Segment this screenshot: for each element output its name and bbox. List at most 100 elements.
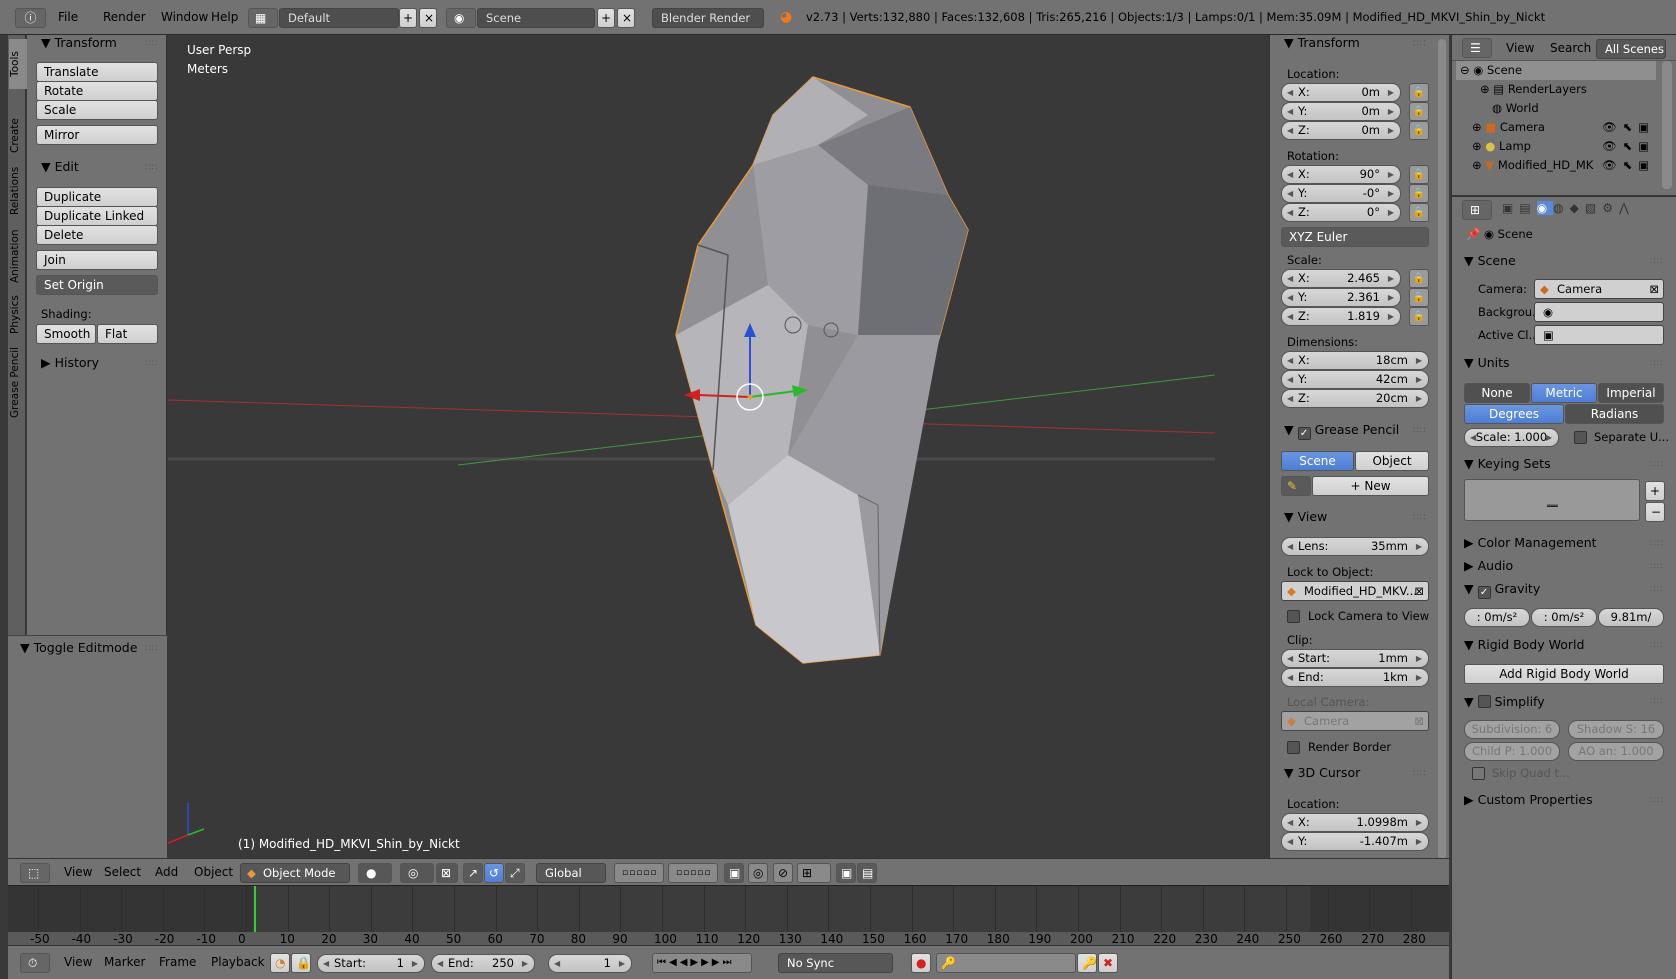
audio-header[interactable]: ▶ Audio	[1464, 558, 1513, 573]
preview-range-icon[interactable]: ◔	[270, 953, 290, 973]
remove-layout-icon[interactable]: ×	[419, 8, 437, 28]
scene-icon[interactable]: ◉	[446, 8, 476, 28]
remove-keying-set-icon[interactable]: −	[1645, 502, 1665, 522]
start-frame-field[interactable]: ◀ Start: 1 ▶	[317, 954, 425, 973]
3d-viewport[interactable]: User Persp Meters (1) Modified_HD_MKVI_S…	[168, 35, 1215, 858]
toggle-editmode-header[interactable]: ▼ Toggle Editmode	[20, 640, 137, 655]
gravity-checkbox[interactable]: ✓	[1477, 586, 1491, 599]
drag-handle-icon[interactable]: ∷∷	[1650, 697, 1663, 707]
lock-object-field[interactable]: Modified_HD_MKV... ◆ ⊠	[1281, 581, 1429, 601]
remove-scene-icon[interactable]: ×	[617, 8, 635, 28]
playback-menu[interactable]: Playback	[211, 955, 265, 969]
transform-panel-header[interactable]: ▼ Transform	[1284, 35, 1360, 50]
scene-panel-header[interactable]: ▼ Scene	[1464, 253, 1516, 268]
dimension-x-field[interactable]: ◀ X: 18cm ▶	[1281, 351, 1429, 370]
keying-sets-list[interactable]: ══	[1464, 479, 1640, 521]
render-preview-icon[interactable]: ▣	[836, 863, 856, 883]
outliner-item-world[interactable]: ◍ World	[1492, 101, 1539, 115]
outliner-display-mode[interactable]: All Scenes	[1596, 39, 1666, 59]
proportional-edit-icon[interactable]: ◎	[748, 863, 768, 883]
add-rigid-body-world-button[interactable]: Add Rigid Body World	[1464, 664, 1664, 684]
outliner-item-renderlayers[interactable]: ⊕ ▤ RenderLayers	[1480, 82, 1587, 96]
drag-handle-icon[interactable]: ∷∷	[1650, 359, 1663, 369]
drag-handle-icon[interactable]: ∷∷	[145, 39, 158, 49]
sync-mode-select[interactable]: No Sync	[778, 953, 893, 973]
lock-icon[interactable]: 🔒	[1409, 121, 1429, 140]
clip-start-field[interactable]: ◀ Start: 1mm ▶	[1281, 649, 1429, 668]
info-editor-icon[interactable]: ⓘ	[15, 8, 46, 28]
gravity-z-field[interactable]: 9.81m/	[1598, 608, 1664, 627]
rotation-x-field[interactable]: ◀ X: 90° ▶	[1281, 165, 1401, 184]
degrees-button[interactable]: Degrees	[1464, 404, 1564, 424]
frame-ruler[interactable]	[8, 932, 1449, 946]
manipulator-toggle-icon[interactable]: ⊠	[436, 863, 458, 883]
grease-pencil-checkbox[interactable]: ✓	[1297, 427, 1311, 440]
context-tabs[interactable]: ▣▤◉◍◆▧⚙⋀	[1502, 201, 1635, 215]
drag-handle-icon[interactable]: ∷∷	[145, 644, 158, 654]
delete-button[interactable]: Delete	[36, 225, 158, 245]
record-icon[interactable]: ●	[911, 953, 931, 973]
menu-window[interactable]: Window	[161, 10, 208, 24]
scene-camera-field[interactable]: Camera ◆ ⊠	[1534, 279, 1664, 299]
lock-icon[interactable]: 🔒	[1409, 83, 1429, 102]
tab-animation[interactable]: Animation	[9, 225, 27, 287]
drag-handle-icon[interactable]: ∷∷	[1413, 769, 1426, 779]
simplify-header[interactable]: ▼ Simplify	[1464, 693, 1545, 709]
end-frame-field[interactable]: ◀ End: 250 ▶	[431, 954, 535, 973]
drag-handle-icon[interactable]: ∷∷	[1650, 562, 1663, 572]
units-imperial-button[interactable]: Imperial	[1598, 383, 1664, 403]
visibility-icons[interactable]: 👁⬉▣	[1602, 120, 1655, 134]
delete-keyframe-icon[interactable]: ✖	[1098, 953, 1118, 973]
drag-handle-icon[interactable]: ∷∷	[1413, 426, 1426, 436]
timeline-view-menu[interactable]: View	[64, 955, 92, 969]
rotation-z-field[interactable]: ◀ Z: 0° ▶	[1281, 203, 1401, 222]
simplify-ao-sss-field[interactable]: AO an: 1.000	[1568, 742, 1664, 761]
drag-handle-icon[interactable]: ∷∷	[1413, 513, 1426, 523]
lock-layers-icon[interactable]: ▣	[724, 863, 744, 883]
3d-view-editor-icon[interactable]: ⬚	[20, 863, 50, 883]
tab-create[interactable]: Create	[9, 111, 27, 161]
snap-toggle-icon[interactable]: ⊘	[773, 863, 793, 883]
units-metric-button[interactable]: Metric	[1531, 383, 1597, 403]
unit-scale-field[interactable]: ◀ Scale: 1.000 ▶	[1464, 428, 1559, 447]
scale-z-field[interactable]: ◀ Z: 1.819 ▶	[1281, 307, 1401, 326]
current-frame-marker[interactable]	[254, 886, 256, 932]
rotate-manipulator-icon[interactable]: ↺	[484, 863, 504, 883]
view-menu[interactable]: View	[64, 865, 92, 879]
location-z-field[interactable]: ◀ Z: 0m ▶	[1281, 121, 1401, 140]
translate-button[interactable]: Translate	[36, 62, 158, 82]
keying-sets-header[interactable]: ▼ Keying Sets	[1464, 456, 1551, 471]
object-menu[interactable]: Object	[194, 865, 233, 879]
flat-button[interactable]: Flat	[97, 324, 158, 344]
simplify-checkbox[interactable]	[1477, 695, 1491, 708]
cursor-x-field[interactable]: ◀ X: 1.0998m ▶	[1281, 813, 1429, 832]
mirror-button[interactable]: Mirror	[36, 125, 158, 145]
simplify-subdivision-field[interactable]: Subdivision: 6	[1464, 720, 1560, 739]
color-management-header[interactable]: ▶ Color Management	[1464, 535, 1597, 550]
gravity-y-field[interactable]: : 0m/s²	[1531, 608, 1597, 627]
smooth-button[interactable]: Smooth	[36, 324, 96, 344]
background-set-field[interactable]: ◉	[1534, 302, 1664, 322]
scale-y-field[interactable]: ◀ Y: 2.361 ▶	[1281, 288, 1401, 307]
keying-set-field[interactable]: 🔑	[936, 953, 1076, 973]
add-scene-icon[interactable]: +	[597, 8, 615, 28]
skip-quad-checkbox[interactable]	[1472, 767, 1485, 780]
pivot-point-icon[interactable]: ◎	[400, 863, 434, 883]
properties-editor-icon[interactable]: ⊞	[1462, 200, 1492, 220]
history-panel-header[interactable]: ▶ History	[41, 355, 99, 370]
visibility-icons[interactable]: 👁⬉▣	[1602, 139, 1655, 153]
drag-handle-icon[interactable]: ∷∷	[1650, 460, 1663, 470]
units-panel-header[interactable]: ▼ Units	[1464, 355, 1510, 370]
active-clip-field[interactable]: ▣	[1534, 325, 1664, 345]
timeline[interactable]: -50 -40 -30 -20 -10 0 10 20 30 40 50 60 70 80 90 100 110…	[8, 885, 1449, 946]
tab-physics[interactable]: Physics	[9, 291, 27, 339]
select-menu[interactable]: Select	[104, 865, 141, 879]
outliner-view-menu[interactable]: View	[1506, 38, 1534, 58]
drag-handle-icon[interactable]: ∷∷	[1650, 539, 1663, 549]
separate-units-checkbox[interactable]	[1574, 431, 1587, 444]
marker-menu[interactable]: Marker	[104, 955, 145, 969]
layers-grid-2[interactable]: ▫▫▫▫▫	[668, 863, 718, 883]
gp-object-button[interactable]: Object	[1355, 451, 1429, 471]
tab-grease-pencil[interactable]: Grease Pencil	[9, 343, 27, 421]
outliner-search-menu[interactable]: Search	[1550, 38, 1591, 58]
